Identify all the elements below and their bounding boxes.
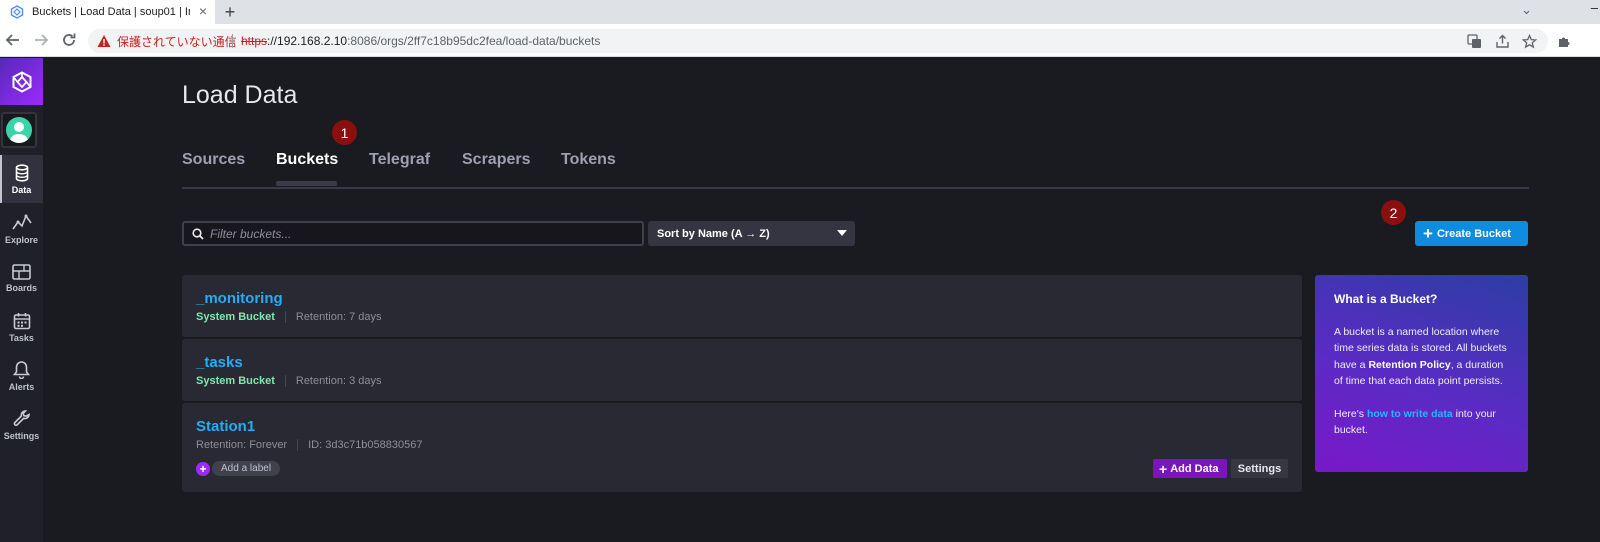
browser-tab[interactable]: Buckets | Load Data | soup01 | InfluxDB … [0, 0, 215, 24]
tab-close-icon[interactable]: × [199, 3, 207, 19]
sidebar-item-settings[interactable]: Settings [0, 401, 43, 449]
bucket-name-link[interactable]: _monitoring [196, 290, 283, 307]
info-panel-paragraph-2: Here's how to write data into your bucke… [1334, 406, 1509, 439]
info-panel-title: What is a Bucket? [1334, 292, 1438, 306]
user-avatar-button[interactable] [1, 112, 37, 148]
info-panel-paragraph-1: A bucket is a named location where time … [1334, 324, 1509, 390]
tab-sources[interactable]: Sources [182, 151, 245, 169]
bookmark-star-icon[interactable] [1521, 33, 1537, 49]
bucket-card-monitoring: _monitoring System Bucket Retention: 7 d… [182, 275, 1302, 337]
filter-buckets-input[interactable] [210, 226, 630, 241]
window-minimize-icon[interactable]: – [1591, 0, 1598, 15]
bell-icon [13, 361, 30, 379]
bucket-meta: System Bucket Retention: 7 days [196, 311, 382, 323]
sidebar-item-label: Explore [4, 234, 38, 245]
page-title: Load Data [182, 81, 298, 109]
sidebar-item-label: Boards [5, 282, 37, 293]
sort-dropdown[interactable]: Sort by Name (A → Z) [648, 221, 855, 246]
add-data-button[interactable]: + Add Data [1153, 459, 1227, 478]
tab-telegraf[interactable]: Telegraf [369, 151, 430, 169]
tab-search-chevron-icon[interactable]: ⌄ [1521, 2, 1532, 18]
extensions-puzzle-icon[interactable] [1556, 33, 1572, 49]
active-tab-indicator [276, 181, 337, 186]
how-to-write-data-link[interactable]: how to write data [1367, 408, 1453, 420]
search-icon [192, 227, 204, 240]
add-data-label: Add Data [1170, 462, 1219, 475]
plus-icon: + [1423, 224, 1433, 243]
tab-scrapers[interactable]: Scrapers [462, 151, 531, 169]
browser-tabstrip: Buckets | Load Data | soup01 | InfluxDB … [0, 0, 1600, 24]
info-text: Here's [1334, 407, 1367, 420]
create-bucket-button[interactable]: + Create Bucket [1415, 221, 1528, 246]
sidebar-item-label: Tasks [9, 332, 34, 343]
step-badge-2: 2 [1381, 200, 1406, 225]
sidebar-item-label: Settings [3, 430, 40, 441]
caret-down-icon [837, 230, 847, 236]
tabs-divider [182, 187, 1529, 189]
sidebar-item-alerts[interactable]: Alerts [0, 352, 43, 400]
forward-arrow-icon[interactable] [32, 31, 50, 49]
create-bucket-label: Create Bucket [1436, 227, 1511, 240]
sidebar-item-label: Data [11, 184, 32, 195]
meta-divider [284, 311, 286, 323]
reload-icon[interactable] [60, 31, 78, 49]
sidebar-item-data[interactable]: Data [0, 155, 43, 203]
add-label-control[interactable]: + Add a label [196, 461, 281, 476]
influxdb-favicon-icon [10, 5, 24, 19]
warning-icon[interactable] [97, 34, 111, 48]
add-label-plus-icon[interactable]: + [196, 461, 210, 476]
avatar [6, 117, 32, 143]
sidebar-item-label: Alerts [8, 382, 35, 392]
bucket-meta: System Bucket Retention: 3 days [196, 375, 382, 387]
bucket-meta: Retention: Forever ID: 3d3c71b058830567 [196, 439, 423, 451]
browser-tab-title: Buckets | Load Data | soup01 | InfluxDB [32, 6, 190, 18]
sidebar-item-tasks[interactable]: Tasks [0, 303, 43, 351]
bucket-card-tasks: _tasks System Bucket Retention: 3 days [182, 339, 1302, 401]
new-tab-button[interactable]: + [221, 0, 239, 24]
tab-buckets[interactable]: Buckets [276, 151, 338, 169]
sidebar-item-boards[interactable]: Boards [0, 254, 43, 302]
share-icon[interactable] [1494, 33, 1510, 49]
system-bucket-tag: System Bucket [196, 311, 275, 323]
influxdb-logo[interactable] [0, 58, 43, 105]
sidebar-item-explore[interactable]: Explore [0, 205, 43, 253]
url-host: ://192.168.2.10 [267, 34, 348, 48]
url-text[interactable]: https://192.168.2.10:8086/orgs/2ff7c18b9… [241, 34, 600, 48]
translate-icon[interactable] [1466, 33, 1482, 49]
graph-icon [11, 213, 32, 229]
bucket-name-link[interactable]: _tasks [196, 354, 243, 371]
url-path: :8086/orgs/2ff7c18b95dc2fea/load-data/bu… [347, 34, 601, 48]
info-bold-text: Retention Policy [1368, 358, 1451, 371]
wrench-icon [13, 409, 30, 426]
bucket-retention: Retention: 3 days [295, 375, 382, 387]
database-icon [15, 163, 28, 182]
meta-divider [284, 375, 286, 387]
filter-buckets-field[interactable] [182, 221, 644, 246]
dashboard-icon [12, 263, 31, 280]
user-silhouette-icon [10, 122, 28, 143]
step-badge-1: 1 [332, 120, 357, 145]
bucket-retention: Retention: 7 days [295, 311, 382, 323]
sort-dropdown-label: Sort by Name (A → Z) [657, 227, 770, 240]
system-bucket-tag: System Bucket [196, 375, 275, 387]
url-protocol: https [241, 34, 268, 48]
what-is-bucket-panel: What is a Bucket? A bucket is a named lo… [1315, 275, 1528, 472]
plus-icon: + [1159, 460, 1168, 477]
bucket-id: ID: 3d3c71b058830567 [308, 439, 423, 451]
bucket-name-link[interactable]: Station1 [196, 418, 255, 435]
bucket-card-station1: Station1 Retention: Forever ID: 3d3c71b0… [182, 403, 1302, 492]
bucket-retention: Retention: Forever [196, 439, 288, 451]
address-separator [232, 34, 233, 48]
tab-tokens[interactable]: Tokens [561, 151, 616, 169]
back-arrow-icon[interactable] [4, 31, 22, 49]
meta-divider [297, 439, 299, 451]
add-label-button[interactable]: Add a label [212, 461, 281, 476]
influxdb-logo-icon [12, 70, 31, 93]
not-secure-text[interactable]: 保護されていない通信 [117, 33, 237, 50]
bucket-settings-button[interactable]: Settings [1231, 459, 1288, 478]
calendar-icon [13, 312, 30, 329]
